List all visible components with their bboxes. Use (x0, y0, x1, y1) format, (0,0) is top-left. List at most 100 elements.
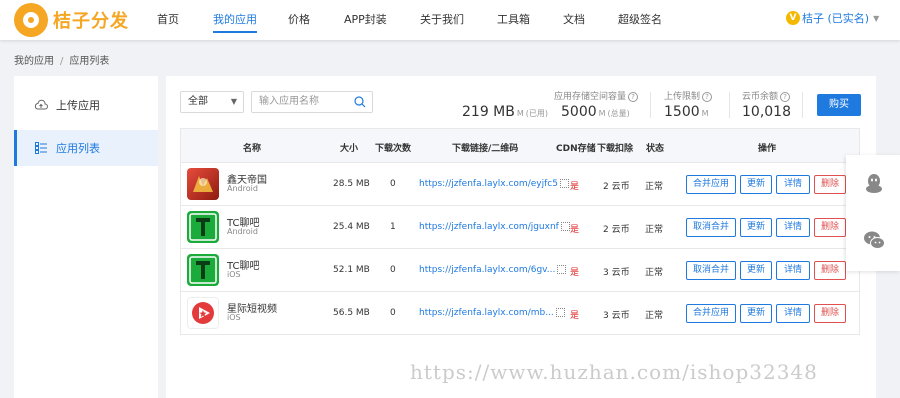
cdn-flag: 是 (570, 225, 580, 235)
app-icon-video (187, 297, 219, 329)
app-platform: iOS (227, 270, 241, 279)
app-table: 名称 大小 下载次数 下载链接/二维码 CDN存储 下载扣除 状态 操作 鑫天帝… (180, 128, 860, 335)
sidebar-item-app-list[interactable]: 应用列表 (14, 130, 158, 166)
table-row: TC聊吧 iOS 52.1 MB 0 https://jzfenfa.laylx… (181, 249, 859, 292)
app-link-wrap: https://jzfenfa.laylx.com/mb... (419, 308, 565, 318)
main-nav: 首页 我的应用 价格 APP封装 关于我们 工具箱 文档 超级签名 (0, 0, 900, 40)
breadcrumb-my-apps[interactable]: 我的应用 (14, 56, 54, 67)
sidebar-item-upload[interactable]: 上传应用 (14, 87, 158, 123)
unmerge-button[interactable]: 取消合并 (686, 218, 736, 237)
app-icon-tc (187, 211, 219, 243)
app-platform: iOS (227, 313, 241, 322)
nav-toolbox[interactable]: 工具箱 (497, 11, 530, 27)
coins-value: 10,018 (742, 104, 791, 120)
qrcode-icon[interactable] (557, 265, 567, 274)
delete-button[interactable]: 删除 (814, 261, 846, 280)
app-status: 正常 (645, 311, 664, 321)
search-placeholder: 输入应用名称 (259, 96, 319, 107)
qq-icon[interactable] (863, 172, 885, 194)
table-row: 星际短视频 iOS 56.5 MB 0 https://jzfenfa.layl… (181, 292, 859, 335)
upload-limit-label: 上传限制? (664, 89, 713, 102)
download-link[interactable]: https://jzfenfa.laylx.com/mb... (419, 308, 554, 318)
qrcode-icon[interactable] (560, 222, 570, 231)
unmerge-button[interactable]: 取消合并 (686, 261, 736, 280)
main-panel: 全部 ▼ 输入应用名称 应用存储空间容量? 219 MB M (已用) 5000 M(… (166, 76, 876, 398)
nav-about[interactable]: 关于我们 (420, 11, 464, 27)
col-downloads: 下载次数 (375, 144, 412, 154)
chevron-down-icon: ▼ (230, 97, 237, 106)
qrcode-icon[interactable] (559, 179, 569, 188)
buy-button[interactable]: 购买 (817, 94, 861, 116)
col-name: 名称 (243, 144, 262, 154)
storage-total: 5000 M (总量) (561, 104, 630, 120)
platform-select-value: 全部 (188, 96, 208, 107)
update-button[interactable]: 更新 (740, 261, 772, 280)
merge-app-button[interactable]: 合并应用 (686, 304, 736, 323)
download-deduct: 2 云币 (603, 225, 630, 235)
search-icon[interactable] (354, 96, 366, 108)
table-header: 名称 大小 下载次数 下载链接/二维码 CDN存储 下载扣除 状态 操作 (181, 129, 859, 163)
app-link-wrap: https://jzfenfa.laylx.com/jguxnf (419, 222, 570, 232)
download-link[interactable]: https://jzfenfa.laylx.com/eyjfc5 (419, 179, 558, 189)
platform-select[interactable]: 全部 ▼ (180, 91, 244, 113)
app-downloads: 0 (390, 179, 396, 189)
update-button[interactable]: 更新 (740, 175, 772, 194)
divider (802, 92, 803, 118)
watermark-text: https://www.huzhan.com/ishop32348 (410, 360, 818, 384)
app-platform: Android (227, 184, 258, 193)
delete-button[interactable]: 删除 (814, 304, 846, 323)
qrcode-icon[interactable] (555, 308, 565, 317)
detail-button[interactable]: 详情 (776, 218, 810, 237)
cdn-flag: 是 (570, 311, 580, 321)
table-row: 鑫天帝国 Android 28.5 MB 0 https://jzfenfa.l… (181, 163, 859, 206)
col-size: 大小 (340, 144, 359, 154)
detail-button[interactable]: 详情 (776, 304, 810, 323)
col-link: 下载链接/二维码 (452, 144, 519, 154)
sidebar-item-label: 应用列表 (56, 142, 100, 155)
breadcrumb-app-list: 应用列表 (69, 56, 110, 67)
update-button[interactable]: 更新 (740, 304, 772, 323)
detail-button[interactable]: 详情 (776, 261, 810, 280)
app-icon-tc (187, 254, 219, 286)
app-downloads: 0 (390, 265, 396, 275)
download-link[interactable]: https://jzfenfa.laylx.com/6gv... (419, 265, 555, 275)
nav-home[interactable]: 首页 (157, 11, 179, 27)
delete-button[interactable]: 删除 (814, 218, 846, 237)
col-cdn: CDN存储 (556, 144, 596, 154)
cdn-flag: 是 (570, 182, 580, 192)
cdn-flag: 是 (570, 268, 580, 278)
download-deduct: 3 云币 (603, 311, 630, 321)
divider (729, 92, 730, 118)
nav-docs[interactable]: 文档 (563, 11, 585, 27)
app-search-input[interactable]: 输入应用名称 (251, 91, 373, 113)
user-menu[interactable]: V 桔子 (已实名) ▼ (786, 10, 879, 26)
sidebar: 上传应用 应用列表 (14, 76, 158, 398)
help-icon[interactable]: ? (628, 91, 639, 102)
nav-super-sign[interactable]: 超级签名 (618, 11, 662, 27)
contact-float-panel (846, 155, 900, 271)
app-size: 28.5 MB (333, 179, 370, 189)
nav-pricing[interactable]: 价格 (288, 11, 310, 27)
help-icon[interactable]: ? (780, 91, 791, 102)
app-size: 25.4 MB (333, 222, 370, 232)
sidebar-item-label: 上传应用 (56, 99, 100, 112)
col-status: 状态 (646, 144, 665, 154)
vip-badge-icon: V (786, 11, 800, 25)
nav-app-package[interactable]: APP封装 (344, 11, 387, 27)
download-link[interactable]: https://jzfenfa.laylx.com/jguxnf (419, 222, 559, 232)
nav-my-apps[interactable]: 我的应用 (213, 11, 257, 33)
storage-label: 应用存储空间容量? (554, 89, 639, 102)
app-icon-game (187, 168, 219, 200)
help-icon[interactable]: ? (702, 91, 713, 102)
table-row: TC聊吧 Android 25.4 MB 1 https://jzfenfa.l… (181, 206, 859, 249)
update-button[interactable]: 更新 (740, 218, 772, 237)
col-actions: 操作 (758, 144, 777, 154)
app-status: 正常 (645, 182, 664, 192)
wechat-icon[interactable] (863, 229, 885, 251)
breadcrumb: 我的应用 / 应用列表 (14, 52, 109, 67)
detail-button[interactable]: 详情 (776, 175, 810, 194)
merge-app-button[interactable]: 合并应用 (686, 175, 736, 194)
app-link-wrap: https://jzfenfa.laylx.com/6gv... (419, 265, 567, 275)
delete-button[interactable]: 删除 (814, 175, 846, 194)
app-link-wrap: https://jzfenfa.laylx.com/eyjfc5 (419, 179, 569, 189)
